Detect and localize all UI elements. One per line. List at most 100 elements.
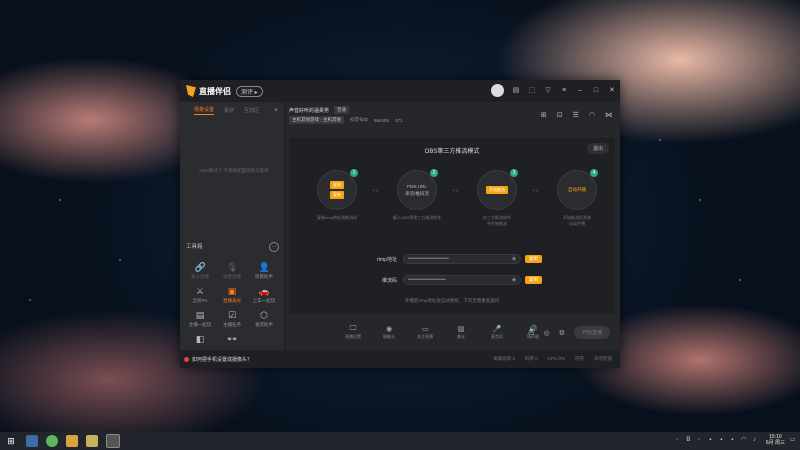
lock-icon[interactable]: ⊡ xyxy=(557,111,563,119)
room-category[interactable]: 主机其他游戏 · 主机其他 xyxy=(289,116,344,124)
start-live-button[interactable]: 开始直播 xyxy=(573,326,610,339)
add-scene-button[interactable]: + xyxy=(274,107,278,114)
timer-icon[interactable]: ◎ xyxy=(544,329,550,337)
arrow-icon: • » xyxy=(533,188,539,194)
share-icon[interactable]: ⋈ xyxy=(605,111,612,119)
logo-icon xyxy=(186,85,196,97)
copy-rtmp-button[interactable]: 复制 xyxy=(525,255,542,263)
btn-camera[interactable]: ◉ 摄像头 xyxy=(379,325,399,340)
volume-icon[interactable]: ♪ xyxy=(751,437,758,444)
list-icon[interactable]: ☰ xyxy=(573,111,579,119)
tool-highlight[interactable]: ▣ 直播高光 xyxy=(216,286,248,304)
tool-car-play[interactable]: 🚗 上车一起玩 xyxy=(248,286,280,304)
record-icon[interactable]: ▭ xyxy=(528,329,535,337)
browser-icon[interactable] xyxy=(46,435,58,447)
arrow-icon: • » xyxy=(373,188,379,194)
maximize-icon[interactable]: □ xyxy=(592,87,600,95)
steps: 1 复制 复制 复制rtmp地址和推流码 • » 2 FMS URL 串流/推码… xyxy=(289,169,615,250)
tool-label: 上车一起玩 xyxy=(252,298,276,303)
user-icon: 👤 xyxy=(258,262,270,272)
tool-room-admin[interactable]: 👤 房管助手 xyxy=(248,262,280,280)
tool-label: 多人连线 xyxy=(191,274,209,279)
fans-label: 抖音号ID xyxy=(350,117,368,122)
exit-button[interactable]: 退出 xyxy=(586,143,609,154)
key-input[interactable]: •••••••••••••••••••••••••• ◉ xyxy=(403,275,521,285)
file-explorer-icon[interactable] xyxy=(26,435,38,447)
close-icon[interactable]: ✕ xyxy=(608,87,616,95)
panel-icon: ◧ xyxy=(195,334,205,344)
tray-icon[interactable]: B xyxy=(685,437,692,444)
tool-extra-2[interactable]: 👓 xyxy=(216,334,248,344)
network-icon[interactable]: ◠ xyxy=(740,437,747,444)
stat-item[interactable]: 声音检测 xyxy=(594,356,612,362)
toolbox-settings-icon[interactable]: ⋯ xyxy=(269,242,279,252)
tab-material[interactable]: 素材 xyxy=(224,107,234,114)
tool-label: 直播设置 xyxy=(345,333,361,339)
step-number: 2 xyxy=(430,169,438,177)
hot-value: 371 xyxy=(395,117,403,123)
eye-icon[interactable]: ◉ xyxy=(512,255,516,263)
step-desc: 在三方推流软件 中开始推流 xyxy=(483,215,511,226)
skin-icon[interactable]: ▽ xyxy=(544,87,552,95)
tray-icon[interactable]: ▪ xyxy=(707,437,714,444)
step-number: 1 xyxy=(350,169,358,177)
room-tools: ⊞ ⊡ ☰ ◠ ⋈ xyxy=(541,111,612,119)
tool-voice-link[interactable]: 🎙 语音连线 xyxy=(216,262,248,280)
clock[interactable]: 15:10 6月 周三 xyxy=(766,434,785,446)
step-text: FMS URL xyxy=(407,183,427,189)
avatar[interactable] xyxy=(491,84,504,97)
key-value: •••••••••••••••••••••••••• xyxy=(408,277,446,283)
bell-icon[interactable]: ◠ xyxy=(589,111,595,119)
tool-multi-link[interactable]: 🔗 多人连线 xyxy=(184,262,216,280)
obs-hint: 开播后rtmp地址会自动更新，下次无需重复操作 xyxy=(404,298,500,303)
clock-date: 6月 周三 xyxy=(765,440,785,446)
room-meta-row: 主机其他游戏 · 主机其他 抖音号ID 964485 371 xyxy=(289,116,403,124)
key-label: 推流码 xyxy=(381,277,397,284)
step-desc: 复制rtmp地址和推流码 xyxy=(317,215,357,220)
app-icon-1[interactable] xyxy=(66,435,78,447)
tool-shipping[interactable]: ⬡ 发货助手 xyxy=(248,310,280,328)
app-icon-2[interactable] xyxy=(86,435,98,447)
tray-icon[interactable]: ◦ xyxy=(696,437,703,444)
btn-beauty[interactable]: ▧ 美化 xyxy=(451,325,471,340)
tray-icon[interactable]: ▪ xyxy=(718,437,725,444)
copy-key-button[interactable]: 复制 xyxy=(525,276,542,284)
btn-live-settings[interactable]: 🖵 直播设置 xyxy=(343,325,363,340)
notification-icon[interactable]: ▭ xyxy=(789,437,796,444)
windows-start-icon[interactable]: ⊞ xyxy=(4,435,18,447)
btn-follow-live[interactable]: ▭ 关注直播 xyxy=(415,325,435,340)
stat-item: 采集帧率 0 xyxy=(493,356,515,361)
minimize-icon[interactable]: – xyxy=(576,87,584,95)
tray-icon[interactable]: ◦ xyxy=(674,437,681,444)
tool-label: 美化 xyxy=(457,333,465,339)
title-bar: 直播伴侣 测评 ▸ ▤ ⬚ ▽ ≡ – □ ✕ xyxy=(180,80,620,102)
copy-key-mini: 复制 xyxy=(330,191,344,199)
room-title[interactable]: 声音好听的温柔男 xyxy=(289,107,329,114)
obs-icon[interactable] xyxy=(106,434,120,448)
eye-icon[interactable]: ◉ xyxy=(512,276,516,284)
step-2: 2 FMS URL 串流/推码流 填入OBS等第三方推流软件 xyxy=(387,169,447,221)
fullscreen-icon[interactable]: ⬚ xyxy=(528,87,536,95)
tool-play-together[interactable]: ▤ 主播一起玩 xyxy=(184,310,216,328)
status-bar: 如何把手机设置成摄像头？ 采集帧率 0 码率 0 CPU 0% 内存 声音检测 xyxy=(180,350,620,368)
tab-interaction[interactable]: 互动区 xyxy=(244,107,259,114)
tray-icon[interactable]: ▪ xyxy=(729,437,736,444)
alert-icon xyxy=(184,356,189,362)
rtmp-value: •••••••••••••••••••••••••••• xyxy=(408,256,449,262)
tool-pk[interactable]: ⚔ 全民PK xyxy=(184,286,216,304)
rtmp-input[interactable]: •••••••••••••••••••••••••••• ◉ xyxy=(403,254,521,264)
tab-scene[interactable]: 场景设置 xyxy=(194,106,215,115)
menu-icon[interactable]: ≡ xyxy=(560,87,568,95)
car-icon: 🚗 xyxy=(258,286,270,296)
btn-microphone[interactable]: 🎤 麦克风 xyxy=(487,325,507,340)
step-circle: 4 自动开播 xyxy=(557,169,598,210)
gift-icon[interactable]: ⊞ xyxy=(541,111,547,119)
version-badge[interactable]: 测评 ▸ xyxy=(236,85,263,97)
app-window: 直播伴侣 测评 ▸ ▤ ⬚ ▽ ≡ – □ ✕ 场景设置 素材 互动区 + OB… xyxy=(180,80,620,368)
settings-icon[interactable]: ⚙ xyxy=(559,329,565,337)
tool-extra-1[interactable]: ◧ xyxy=(184,334,216,344)
copy-rtmp-mini: 复制 xyxy=(330,181,344,189)
phone-camera-link[interactable]: 如何把手机设置成摄像头？ xyxy=(184,356,252,363)
tool-tasks[interactable]: ☑ 主播任务 xyxy=(216,310,248,328)
message-icon[interactable]: ▤ xyxy=(512,87,520,95)
